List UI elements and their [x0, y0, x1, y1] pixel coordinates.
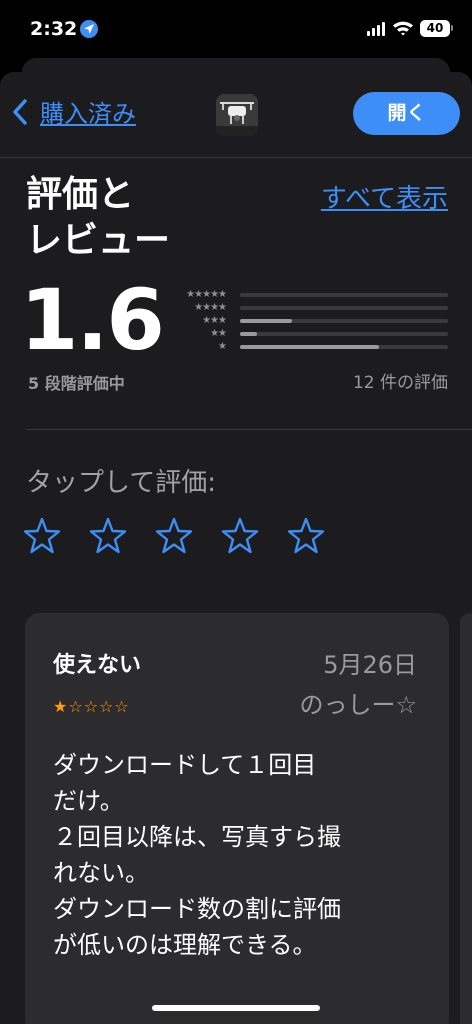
review-card[interactable]: 使えない 5月26日 ★☆☆☆☆ のっしー☆ ダウンロードして１回目 だけ。 ２…	[25, 613, 449, 1024]
histogram-row-3: ★★★	[162, 315, 452, 328]
back-button[interactable]: 購入済み	[12, 94, 136, 129]
histogram-stars-label: ★★★	[202, 315, 227, 326]
rating-histogram: ★★★★★ ★★★★ ★★★ ★★ ★	[162, 289, 452, 354]
review-empty-stars: ☆☆☆☆	[68, 697, 130, 716]
next-review-card[interactable]	[460, 613, 472, 1024]
review-title: 使えない	[53, 653, 142, 678]
histogram-row-5: ★★★★★	[162, 289, 452, 302]
rate-star-3-icon[interactable]	[154, 516, 194, 556]
status-bar: 2:32 40	[0, 0, 472, 60]
histogram-track	[240, 319, 448, 323]
rating-count: 12 件の評価	[352, 373, 448, 393]
ratings-title-text: 評価と レビュー	[26, 174, 171, 261]
battery-icon: 40	[420, 20, 450, 37]
histogram-track	[240, 293, 448, 297]
histogram-row-1: ★	[162, 341, 452, 354]
average-rating: 1.6	[20, 271, 165, 369]
divider	[26, 429, 472, 430]
cellular-signal-icon	[367, 22, 385, 36]
review-date: 5月26日	[323, 651, 417, 679]
review-body: ダウンロードして１回目 だけ。 ２回目以降は、写真すら撮 れない。 ダウンロード…	[53, 751, 341, 959]
histogram-stars-label: ★	[218, 341, 227, 352]
rate-star-2-icon[interactable]	[88, 516, 128, 556]
tap-to-rate-label: タップして評価:	[26, 468, 216, 498]
open-button[interactable]: 開く	[353, 92, 460, 135]
app-sheet: 購入済み 開く 評価と レビュー すべて表示 1.6 5 段階評価中 ★★★★★	[0, 72, 472, 1024]
review-author: のっしー☆	[299, 691, 417, 719]
review-filled-stars: ★	[53, 697, 69, 716]
battery-cap	[451, 25, 453, 31]
histogram-stars-label: ★★★★★	[186, 289, 227, 300]
tap-to-rate-stars	[22, 516, 326, 556]
rate-star-4-icon[interactable]	[220, 516, 260, 556]
rate-star-1-icon[interactable]	[22, 516, 62, 556]
histogram-track	[240, 306, 448, 310]
drone-icon	[216, 94, 258, 136]
histogram-fill	[240, 345, 380, 349]
home-indicator[interactable]	[152, 1005, 320, 1011]
rate-star-5-icon[interactable]	[286, 516, 326, 556]
wifi-icon	[392, 20, 414, 40]
histogram-fill	[240, 332, 257, 336]
nav-bar: 購入済み 開く	[0, 72, 472, 158]
out-of-label: 5 段階評価中	[28, 374, 125, 393]
histogram-row-2: ★★	[162, 328, 452, 341]
histogram-row-4: ★★★★	[162, 302, 452, 315]
histogram-track	[240, 345, 448, 349]
chevron-left-icon	[13, 98, 27, 125]
status-time: 2:32	[30, 18, 78, 40]
back-button-label: 購入済み	[40, 100, 136, 128]
histogram-stars-label: ★★★★	[194, 302, 227, 313]
review-star-rating: ★☆☆☆☆	[53, 697, 130, 716]
app-icon	[216, 94, 258, 136]
see-all-link[interactable]: すべて表示	[321, 178, 448, 215]
ratings-reviews-title: 評価と レビュー	[26, 172, 266, 264]
location-arrow-icon	[80, 20, 98, 38]
histogram-fill	[240, 319, 292, 323]
histogram-stars-label: ★★	[210, 328, 227, 339]
histogram-track	[240, 332, 448, 336]
